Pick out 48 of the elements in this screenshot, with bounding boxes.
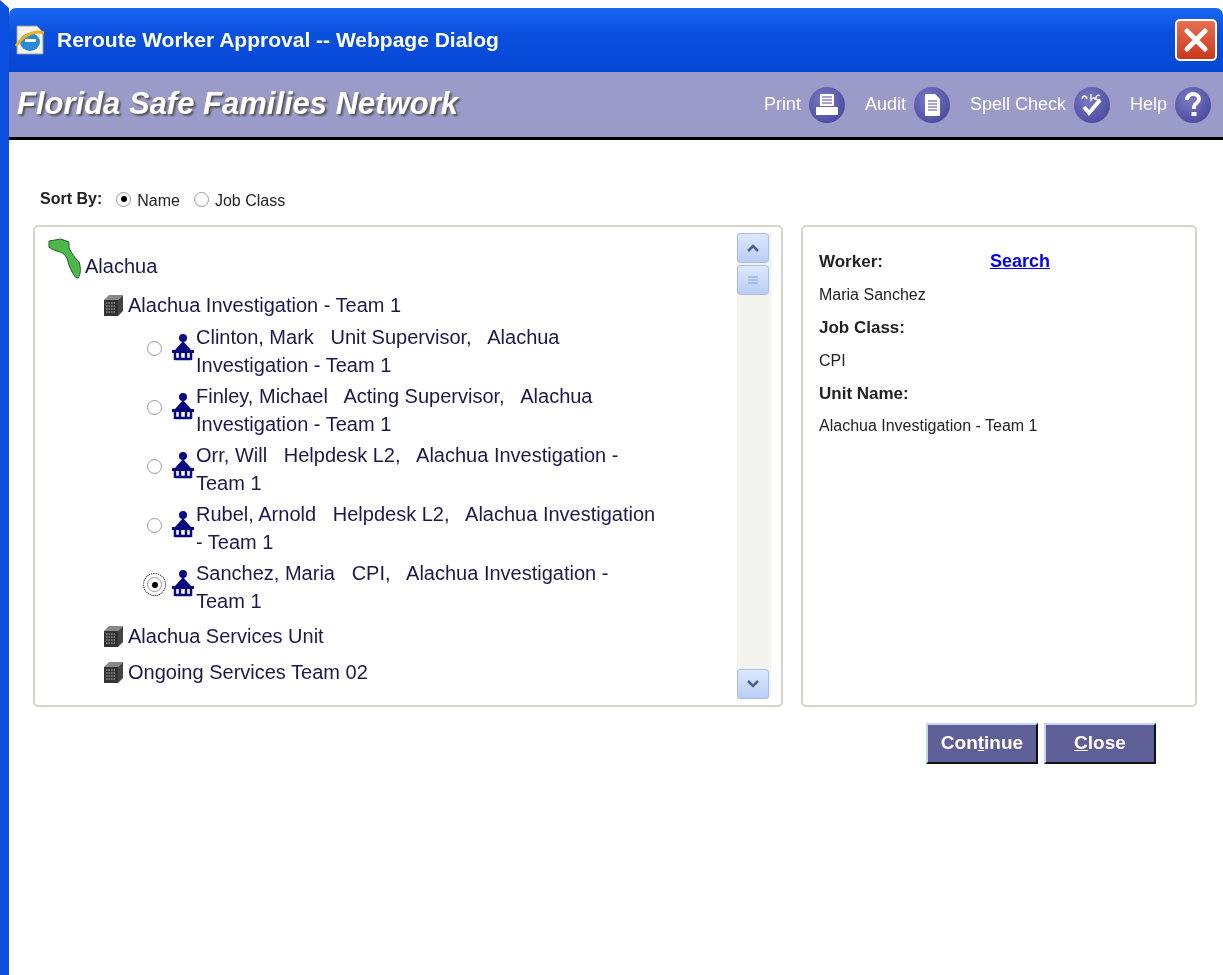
tree-item[interactable]: Alachua <box>85 251 158 281</box>
radio-button[interactable] <box>116 191 132 207</box>
action-button[interactable]: Continue <box>926 723 1038 764</box>
scroll-thumb[interactable] <box>737 265 769 295</box>
radio-button[interactable] <box>147 577 162 592</box>
field-label: Job Class: <box>819 317 905 339</box>
field-value: Maria Sanchez <box>819 285 927 305</box>
tree-item[interactable]: Ongoing Services Team 02 <box>128 657 368 687</box>
field-label: Worker: <box>819 251 883 273</box>
tree-item[interactable]: Orr, Will Helpdesk L2, Alachua Investigation - Team 1 <box>196 441 656 497</box>
sort-label: Sort By: <box>40 189 103 209</box>
window-title: Reroute Worker Approval -- Webpage Dialog <box>57 27 500 54</box>
close-icon <box>1183 27 1209 53</box>
app-title: Florida Safe Families Network <box>17 85 460 124</box>
tree-item[interactable]: Finley, Michael Acting Supervisor, Alachua Investigation - Team 1 <box>196 382 656 438</box>
worker-icon <box>170 569 196 597</box>
tree-item[interactable]: Sanchez, Maria CPI, Alachua Investigation - Team 1 <box>196 559 656 615</box>
worker-icon <box>170 392 196 420</box>
field-label: Unit Name: <box>819 382 909 405</box>
building-icon <box>102 623 126 649</box>
close-button[interactable] <box>1175 19 1217 61</box>
field-value: Alachua Investigation - Team 1 <box>819 416 1039 436</box>
search-link[interactable]: Search <box>989 248 1050 275</box>
tree-item[interactable]: Alachua Services Unit <box>128 621 324 651</box>
radio-button[interactable] <box>147 459 162 474</box>
scrollbar[interactable] <box>737 233 771 699</box>
browser-icon <box>13 24 47 56</box>
radio-label: Name <box>137 191 180 211</box>
radio-button[interactable] <box>147 518 162 533</box>
radio-button[interactable] <box>147 400 162 415</box>
worker-icon <box>170 333 196 361</box>
chevron-up-icon <box>746 243 760 253</box>
action-button[interactable]: Close <box>1044 723 1156 764</box>
scroll-up-button[interactable] <box>737 233 769 263</box>
radio-button[interactable] <box>147 341 162 356</box>
worker-icon <box>170 510 196 538</box>
tree-item[interactable]: Clinton, Mark Unit Supervisor, Alachua Investigation - Team 1 <box>196 323 656 379</box>
radio-label: Job Class <box>214 191 286 211</box>
field-value: CPI <box>819 350 847 371</box>
worker-icon <box>170 451 196 479</box>
radio-button[interactable] <box>193 191 209 207</box>
scroll-down-button[interactable] <box>737 669 769 699</box>
chevron-down-icon <box>746 679 760 689</box>
grip-icon <box>747 275 759 285</box>
tree-item[interactable]: Alachua Investigation - Team 1 <box>128 290 402 320</box>
building-icon <box>102 292 126 318</box>
tree-item[interactable]: Rubel, Arnold Helpdesk L2, Alachua Investigation - Team 1 <box>196 500 656 556</box>
building-icon <box>102 659 126 685</box>
